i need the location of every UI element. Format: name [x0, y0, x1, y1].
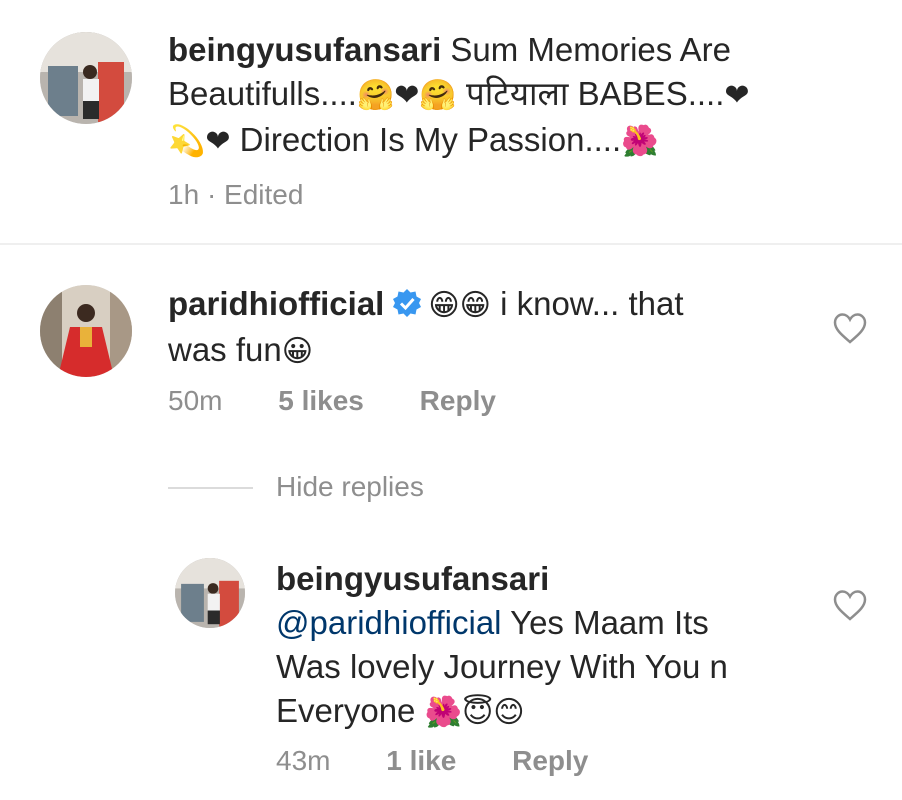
emoji: 💫❤	[168, 124, 231, 159]
avatar-photo	[40, 32, 132, 124]
emoji: 🤗❤🤗	[356, 78, 457, 113]
mention-link[interactable]: @paridhiofficial	[276, 604, 502, 641]
reply-button[interactable]: Reply	[420, 385, 496, 416]
username[interactable]: paridhiofficial	[168, 285, 384, 322]
emoji: 😀	[281, 334, 314, 369]
emoji: 🌺😇😊	[424, 695, 525, 730]
comment-text: beingyusufansari Sum Memories Are Beauti…	[168, 31, 750, 159]
avatar-photo	[40, 285, 132, 377]
timestamp[interactable]: 43m	[276, 745, 330, 776]
heart-outline-icon[interactable]	[832, 311, 868, 345]
avatar-photo	[175, 558, 245, 628]
hide-replies-line	[168, 487, 253, 489]
avatar[interactable]	[40, 285, 132, 377]
username[interactable]: beingyusufansari	[168, 31, 441, 68]
username[interactable]: beingyusufansari	[276, 560, 549, 597]
avatar[interactable]	[40, 32, 132, 124]
emoji: 🌺	[621, 124, 659, 159]
likes-count[interactable]: 1 like	[386, 745, 456, 776]
reply-text: beingyusufansari @paridhiofficial Yes Ma…	[276, 560, 728, 730]
emoji: 😁😁	[428, 288, 491, 323]
avatar[interactable]	[175, 558, 245, 628]
timestamp[interactable]: 1h	[168, 179, 199, 210]
comment-meta: 1h · Edited	[168, 178, 303, 212]
heart-outline-icon[interactable]	[832, 588, 868, 622]
verified-badge-icon	[393, 289, 422, 318]
divider	[0, 243, 902, 245]
hide-replies-button[interactable]: Hide replies	[276, 471, 424, 503]
reply-meta: 43m 1 like Reply	[276, 744, 588, 778]
comment-text: paridhiofficial 😁😁 i know... that was fun…	[168, 285, 684, 369]
edited-label: · Edited	[206, 179, 304, 210]
likes-count[interactable]: 5 likes	[278, 385, 364, 416]
emoji: ❤	[724, 78, 750, 113]
comment-meta: 50m 5 likes Reply	[168, 384, 496, 418]
reply-button[interactable]: Reply	[512, 745, 588, 776]
timestamp[interactable]: 50m	[168, 385, 222, 416]
